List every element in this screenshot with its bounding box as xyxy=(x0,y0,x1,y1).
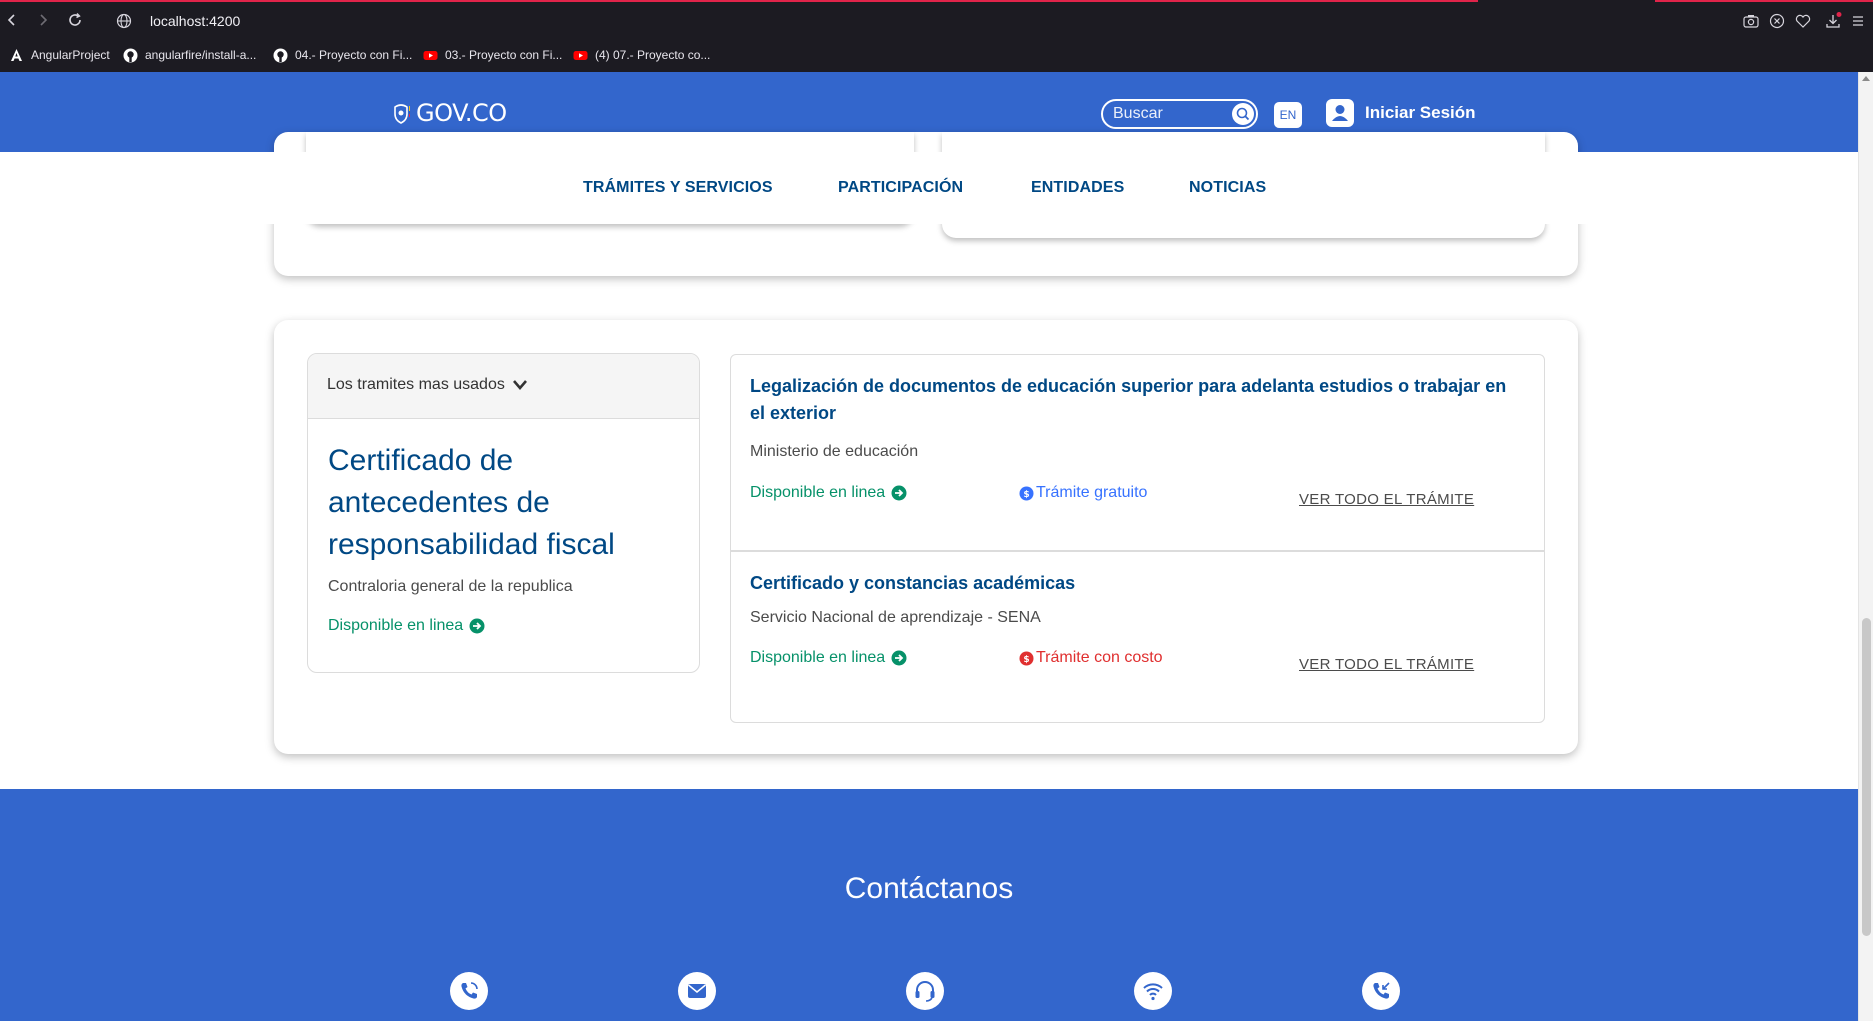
featured-procedure-entity: Contraloria general de la republica xyxy=(328,578,573,595)
menu-icon[interactable] xyxy=(1849,12,1867,30)
bookmark-label: 03.- Proyecto con Fi... xyxy=(445,48,563,62)
procedure-card: Certificado y constancias académicas Ser… xyxy=(730,551,1545,723)
shield-x-icon[interactable] xyxy=(1768,12,1786,30)
nav-item-tramites[interactable]: TRÁMITES Y SERVICIOS xyxy=(583,179,773,197)
bookmarks-bar: AngularProject angularfire/install-a... … xyxy=(0,42,1873,70)
chevron-down-icon xyxy=(512,380,527,390)
bookmark-item[interactable]: 04.- Proyecto con Fi... xyxy=(273,46,412,64)
contact-title: Contáctanos xyxy=(844,872,1014,905)
svg-text:$: $ xyxy=(1023,655,1029,665)
search-icon xyxy=(1236,107,1250,121)
featured-procedure-title[interactable]: Certificado de antecedentes de responsab… xyxy=(328,440,678,566)
browser-chrome: localhost:4200 AngularProject angularfir… xyxy=(0,0,1873,72)
cost-label: Trámite gratuito xyxy=(1036,484,1148,501)
reload-icon[interactable] xyxy=(67,12,83,28)
procedure-availability: Disponible en linea xyxy=(750,484,907,502)
scroll-up-arrow[interactable] xyxy=(1862,76,1870,81)
cost-label: Trámite con costo xyxy=(1036,649,1163,666)
dropdown-label: Los tramites mas usados xyxy=(327,376,505,393)
procedure-availability: Disponible en linea xyxy=(750,649,907,667)
wifi-icon[interactable] xyxy=(1134,972,1172,1010)
headset-icon[interactable] xyxy=(906,972,944,1010)
phone-incoming-icon[interactable] xyxy=(1362,972,1400,1010)
contact-section: Contáctanos xyxy=(0,789,1858,1021)
procedure-cost: $ Trámite con costo xyxy=(1019,649,1163,667)
availability-label: Disponible en linea xyxy=(328,617,464,634)
view-procedure-link[interactable]: VER TODO EL TRÁMITE xyxy=(1299,656,1474,673)
download-icon[interactable] xyxy=(1824,12,1842,30)
globe-icon xyxy=(116,13,132,29)
nav-item-noticias[interactable]: NOTICIAS xyxy=(1189,179,1266,197)
bookmark-label: (4) 07.- Proyecto co... xyxy=(595,48,711,62)
user-icon xyxy=(1326,99,1354,127)
youtube-icon xyxy=(423,50,438,60)
search-box xyxy=(1101,99,1258,129)
web-page: GOV.CO EN Iniciar Sesión TRÁMITES Y SERV… xyxy=(0,72,1858,1021)
language-toggle-button[interactable]: EN xyxy=(1274,102,1302,128)
availability-label: Disponible en linea xyxy=(750,484,886,501)
back-icon[interactable] xyxy=(4,12,20,28)
url-text[interactable]: localhost:4200 xyxy=(150,13,240,29)
view-procedure-link[interactable]: VER TODO EL TRÁMITE xyxy=(1299,491,1474,508)
youtube-icon xyxy=(573,50,588,60)
bookmark-item[interactable]: AngularProject xyxy=(9,46,110,64)
procedure-entity: Ministerio de educación xyxy=(750,443,919,460)
coat-of-arms-icon xyxy=(394,104,410,124)
procedure-title[interactable]: Legalización de documentos de educación … xyxy=(750,373,1510,427)
featured-procedure-card: Los tramites mas usados Certificado de a… xyxy=(307,353,700,673)
camera-icon[interactable] xyxy=(1742,12,1760,30)
bookmark-label: AngularProject xyxy=(31,48,110,62)
bookmark-label: 04.- Proyecto con Fi... xyxy=(295,48,413,62)
most-used-dropdown[interactable]: Los tramites mas usados xyxy=(308,354,699,419)
login-button[interactable]: Iniciar Sesión xyxy=(1326,99,1476,127)
arrow-right-circle-icon xyxy=(891,650,907,666)
heart-icon[interactable] xyxy=(1794,12,1812,30)
procedure-entity: Servicio Nacional de aprendizaje - SENA xyxy=(750,609,1041,626)
angular-icon xyxy=(11,48,22,61)
procedure-card: Legalización de documentos de educación … xyxy=(730,354,1545,551)
svg-text:$: $ xyxy=(1023,490,1029,500)
bookmark-item[interactable]: 03.- Proyecto con Fi... xyxy=(423,46,562,64)
search-button[interactable] xyxy=(1232,103,1254,125)
nav-item-participacion[interactable]: PARTICIPACIÓN xyxy=(838,179,963,197)
github-icon xyxy=(123,48,138,62)
procedure-cost: $ Trámite gratuito xyxy=(1019,484,1147,502)
arrow-right-circle-icon xyxy=(891,485,907,501)
main-navigation: TRÁMITES Y SERVICIOS PARTICIPACIÓN ENTID… xyxy=(0,152,1858,224)
mail-icon[interactable] xyxy=(678,972,716,1010)
phone-icon[interactable] xyxy=(450,972,488,1010)
nav-item-entidades[interactable]: ENTIDADES xyxy=(1031,179,1124,197)
featured-availability: Disponible en linea xyxy=(328,617,485,635)
address-bar-row: localhost:4200 xyxy=(0,2,1873,40)
govco-logo[interactable]: GOV.CO xyxy=(392,99,507,127)
procedure-title[interactable]: Certificado y constancias académicas xyxy=(750,570,1510,597)
github-icon xyxy=(273,48,288,62)
logo-text: GOV.CO xyxy=(416,99,507,127)
search-input[interactable] xyxy=(1113,103,1225,125)
availability-label: Disponible en linea xyxy=(750,649,886,666)
scrollbar-thumb[interactable] xyxy=(1862,618,1871,936)
login-label: Iniciar Sesión xyxy=(1365,103,1476,122)
forward-icon[interactable] xyxy=(35,12,51,28)
coin-icon: $ xyxy=(1019,651,1034,665)
bookmark-item[interactable]: angularfire/install-a... xyxy=(123,46,256,64)
bookmark-item[interactable]: (4) 07.- Proyecto co... xyxy=(573,46,710,64)
page-scrollbar[interactable] xyxy=(1858,72,1873,1021)
bookmark-label: angularfire/install-a... xyxy=(145,48,257,62)
coin-icon: $ xyxy=(1019,486,1034,500)
arrow-right-circle-icon xyxy=(469,618,485,634)
